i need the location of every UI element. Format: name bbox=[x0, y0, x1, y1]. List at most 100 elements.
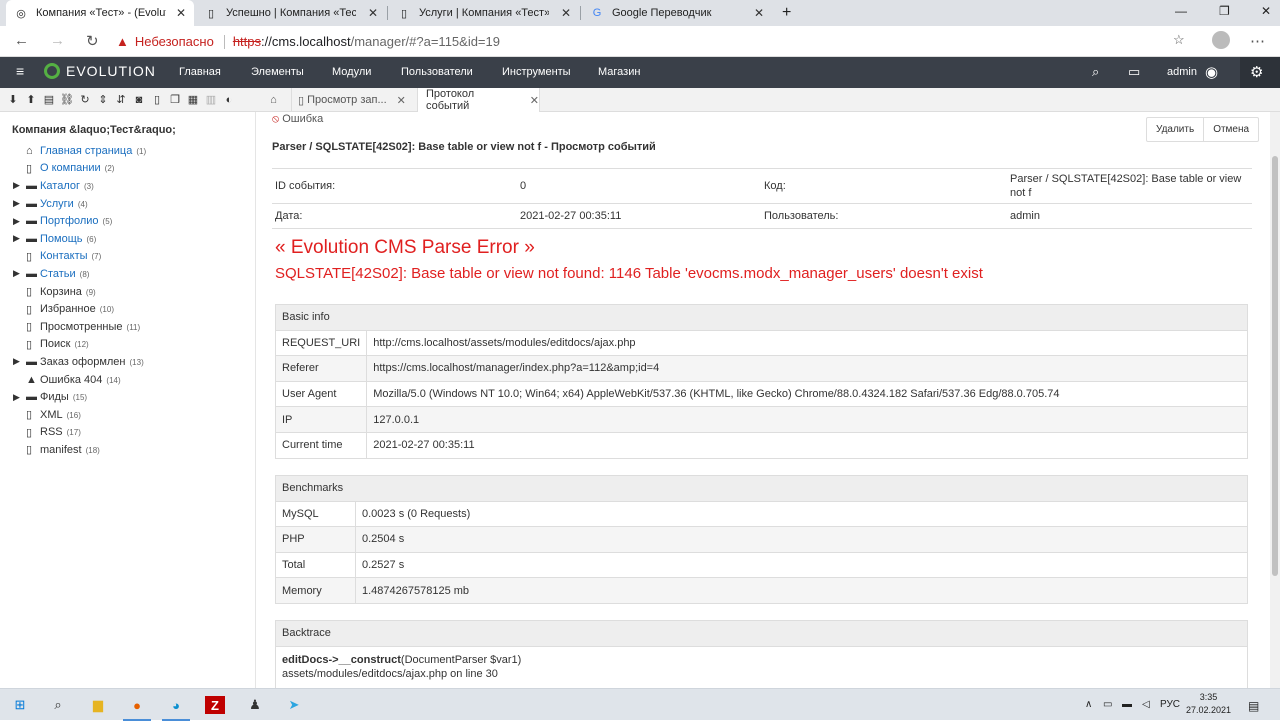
profile-avatar[interactable] bbox=[1212, 31, 1230, 49]
tree-item[interactable]: ▯ manifest (18) bbox=[0, 441, 256, 459]
nav-elements[interactable]: Элементы bbox=[251, 66, 304, 78]
close-icon[interactable]: ✕ bbox=[754, 6, 764, 20]
tree-item[interactable]: ▶ ▬ Помощь (6) bbox=[0, 230, 256, 248]
tree-item[interactable]: ▲ Ошибка 404 (14) bbox=[0, 371, 256, 389]
network-icon[interactable]: ▭ bbox=[1103, 699, 1112, 710]
tree-item[interactable]: ▯ RSS (17) bbox=[0, 424, 256, 442]
expand-arrow-icon[interactable]: ▶ bbox=[13, 233, 20, 244]
close-icon[interactable]: ✕ bbox=[368, 6, 378, 20]
tree-item[interactable]: ▶ ▬ Каталог (3) bbox=[0, 177, 256, 195]
gear-icon[interactable]: ⚙ bbox=[1250, 63, 1263, 81]
page-icon: ▯ bbox=[207, 7, 215, 20]
browser-tab-3[interactable]: ▯ Услуги | Компания «Тест» ✕ bbox=[389, 0, 579, 26]
tree-item[interactable]: ▶ ▬ Услуги (4) bbox=[0, 195, 256, 213]
search-icon[interactable]: ⌕ bbox=[48, 696, 68, 714]
user-icon[interactable]: ◉ bbox=[1205, 63, 1218, 81]
tree-item-count: (12) bbox=[74, 340, 89, 350]
sort-icon[interactable]: ⇕ bbox=[94, 93, 112, 106]
back-icon[interactable]: ← bbox=[14, 32, 29, 49]
user-name[interactable]: admin bbox=[1167, 66, 1197, 78]
browser-tab-1[interactable]: ◎ Компания «Тест» - (Evolution CMS ✕ bbox=[6, 0, 194, 26]
tab-event-log[interactable]: Протокол событий ✕ bbox=[418, 88, 540, 112]
reload-icon[interactable]: ↻ bbox=[86, 32, 99, 50]
windows-start-icon[interactable]: ⊞ bbox=[10, 696, 30, 714]
table-key: MySQL bbox=[275, 500, 356, 527]
expand-icon[interactable]: ⬇ bbox=[4, 93, 22, 106]
close-icon[interactable]: ✕ bbox=[561, 6, 571, 20]
browser-tab-2[interactable]: ▯ Успешно | Компания «Тест» ✕ bbox=[196, 0, 386, 26]
expand-arrow-icon[interactable]: ▶ bbox=[13, 180, 20, 191]
expand-arrow-icon[interactable]: ▶ bbox=[13, 216, 20, 227]
new-tab-button[interactable]: + bbox=[774, 0, 798, 26]
close-icon[interactable]: ✕ bbox=[530, 94, 539, 107]
scrollbar[interactable] bbox=[1270, 112, 1280, 688]
edge-icon[interactable]: ◕ bbox=[162, 696, 190, 721]
link-icon[interactable]: ⛓ bbox=[58, 93, 76, 106]
window-close-button[interactable]: ✕ bbox=[1261, 4, 1271, 18]
firefox-icon[interactable]: ● bbox=[123, 696, 151, 721]
grid-icon[interactable]: ▦ bbox=[184, 93, 202, 106]
volume-icon[interactable]: ◁ bbox=[1142, 699, 1150, 710]
folder-icon: ▬ bbox=[26, 267, 37, 280]
expand-arrow-icon[interactable]: ▶ bbox=[13, 198, 20, 209]
copy-icon[interactable]: ❐ bbox=[166, 93, 184, 106]
clock[interactable]: 3:35 27.02.2021 bbox=[1186, 691, 1231, 717]
browser-tab-4[interactable]: G Google Переводчик ✕ bbox=[582, 0, 772, 26]
brand-logo[interactable]: EVOLUTION bbox=[44, 63, 156, 79]
tree-item[interactable]: ▯ Поиск (12) bbox=[0, 336, 256, 354]
tree-item[interactable]: ▶ ▬ Статьи (8) bbox=[0, 265, 256, 283]
linux-penguin-icon[interactable]: ♟ bbox=[245, 696, 265, 714]
nav-users[interactable]: Пользователи bbox=[401, 66, 473, 78]
filezilla-icon[interactable]: Z bbox=[205, 696, 225, 714]
nav-modules[interactable]: Модули bbox=[332, 66, 371, 78]
expand-arrow-icon[interactable]: ▶ bbox=[13, 392, 20, 403]
menu-icon[interactable]: ≡ bbox=[16, 63, 24, 79]
nav-tools[interactable]: Инструменты bbox=[502, 66, 571, 78]
sort-order-icon[interactable]: ⇵ bbox=[112, 93, 130, 106]
tree-item[interactable]: ▶ ▬ Фиды (15) bbox=[0, 388, 256, 406]
delete-button[interactable]: Удалить bbox=[1147, 118, 1205, 141]
more-icon[interactable]: ⋯ bbox=[1250, 32, 1265, 50]
chevron-up-icon[interactable]: ∧ bbox=[1085, 699, 1092, 710]
url-field[interactable]: ▲ Небезопасно https://cms.localhost/mana… bbox=[116, 30, 500, 53]
tab-view-record[interactable]: ▯ Просмотр зап... ✕ bbox=[292, 88, 418, 112]
tree-item[interactable]: ▯ О компании (2) bbox=[0, 160, 256, 178]
minimize-button[interactable]: — bbox=[1175, 4, 1187, 18]
contrast-icon[interactable]: ◐ bbox=[220, 94, 238, 106]
maximize-button[interactable]: ❐ bbox=[1219, 4, 1230, 18]
add-document-icon[interactable]: ▤ bbox=[40, 93, 58, 106]
tree-item[interactable]: ▶ ▬ Портфолио (5) bbox=[0, 212, 256, 230]
nav-store[interactable]: Магазин bbox=[598, 66, 640, 78]
tree-item[interactable]: ⌂ Главная страница (1) bbox=[0, 142, 256, 160]
tree-item[interactable]: ▯ XML (16) bbox=[0, 406, 256, 424]
tree-item[interactable]: ▶ ▬ Заказ оформлен (13) bbox=[0, 353, 256, 371]
url-path: /manager/#?a=115&id=19 bbox=[350, 34, 500, 49]
refresh-icon[interactable]: ↻ bbox=[76, 93, 94, 106]
tree-item[interactable]: ▯ Просмотренные (11) bbox=[0, 318, 256, 336]
tree-item[interactable]: ▯ Избранное (10) bbox=[0, 300, 256, 318]
cancel-button[interactable]: Отмена bbox=[1204, 118, 1258, 141]
tree-item[interactable]: ▯ Контакты (7) bbox=[0, 248, 256, 266]
home-tab[interactable]: ⌂ bbox=[256, 88, 292, 112]
expand-arrow-icon[interactable]: ▶ bbox=[13, 268, 20, 279]
tree-item[interactable]: ▯ Корзина (9) bbox=[0, 283, 256, 301]
close-icon[interactable]: ✕ bbox=[397, 94, 406, 107]
collapse-icon[interactable]: ⬆ bbox=[22, 93, 40, 106]
battery-icon[interactable]: ▬ bbox=[1122, 699, 1132, 710]
file-explorer-icon[interactable]: ▆ bbox=[88, 696, 108, 714]
notifications-icon[interactable]: ▤ bbox=[1248, 699, 1259, 713]
forward-icon[interactable]: → bbox=[50, 32, 65, 49]
monitor-icon[interactable]: ▭ bbox=[1128, 64, 1140, 80]
expand-arrow-icon[interactable]: ▶ bbox=[13, 356, 20, 367]
nav-main[interactable]: Главная bbox=[179, 66, 221, 78]
site-name[interactable]: Компания &laquo;Тест&raquo; bbox=[12, 124, 176, 136]
search-icon[interactable]: ⌕ bbox=[1092, 64, 1099, 80]
telegram-icon[interactable]: ➤ bbox=[284, 696, 304, 714]
camera-icon[interactable]: ◙ bbox=[130, 94, 148, 106]
close-icon[interactable]: ✕ bbox=[176, 6, 186, 20]
trash-icon[interactable]: ▥ bbox=[202, 93, 220, 106]
language-indicator[interactable]: РУС bbox=[1160, 699, 1180, 710]
favorites-icon[interactable]: ☆ bbox=[1173, 32, 1185, 48]
scrollbar-thumb[interactable] bbox=[1272, 156, 1278, 576]
page-icon[interactable]: ▯ bbox=[148, 93, 166, 106]
